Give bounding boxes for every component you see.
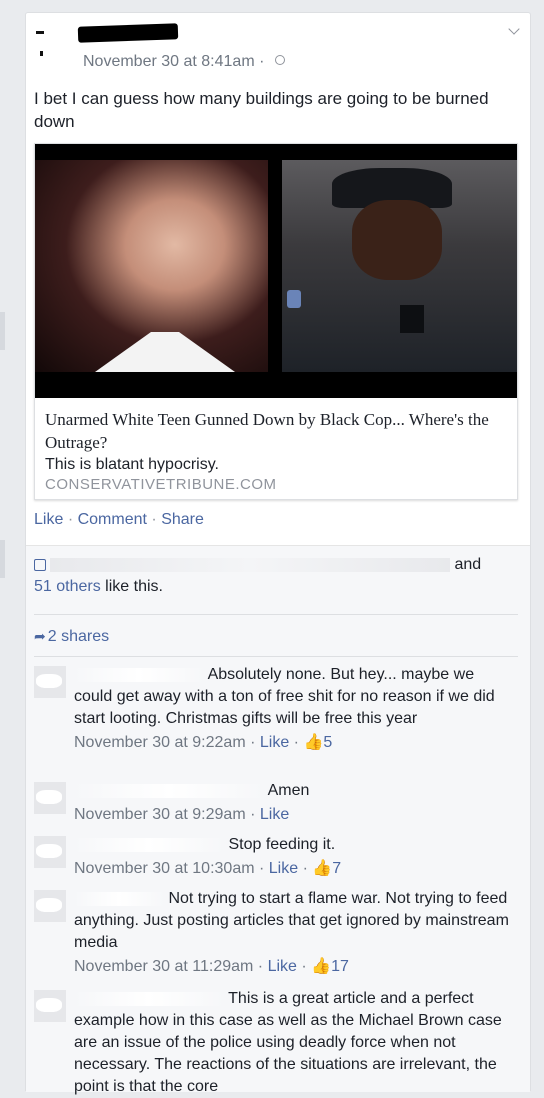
author-name-redacted[interactable]	[77, 23, 179, 43]
share-arrow-icon: ➦	[34, 628, 46, 644]
thumbs-up-icon: 👍	[303, 734, 324, 751]
commenter-name-redacted[interactable]	[74, 891, 164, 906]
likes-summary: and 51 others like this.	[34, 554, 514, 598]
commenter-name-redacted[interactable]	[74, 667, 204, 682]
shares-link[interactable]: ➦ 2 shares	[34, 628, 109, 646]
commenter-name-redacted[interactable]	[74, 783, 264, 798]
globe-icon[interactable]	[274, 55, 285, 65]
divider	[34, 656, 518, 657]
comment-text: Amen	[267, 782, 310, 799]
comment-meta: November 30 at 9:29am · Like	[74, 806, 290, 823]
post-timestamp-text[interactable]: November 30 at 8:41am	[83, 53, 255, 70]
side-tab	[0, 312, 5, 350]
photo-teen	[35, 160, 268, 372]
like-button[interactable]: Like	[34, 511, 63, 528]
chevron-down-icon[interactable]	[508, 23, 520, 35]
comment-like-button[interactable]: Like	[260, 734, 289, 751]
dot-separator: ·	[259, 53, 265, 70]
commenter-avatar[interactable]	[34, 782, 66, 814]
comment-like-count-value: 5	[323, 734, 333, 751]
comment-like-count[interactable]: 👍17	[311, 958, 349, 975]
likes-tail: like this.	[105, 578, 163, 595]
comment-time[interactable]: November 30 at 9:29am	[74, 806, 246, 823]
comment-like-button[interactable]: Like	[269, 860, 298, 877]
comment-like-count-value: 17	[331, 958, 349, 975]
author-avatar[interactable]	[34, 21, 76, 63]
thumbs-up-icon	[34, 558, 46, 571]
share-button[interactable]: Share	[161, 511, 204, 528]
link-domain: CONSERVATIVETRIBUNE.COM	[45, 476, 277, 493]
comment-time[interactable]: November 30 at 11:29am	[74, 958, 253, 975]
link-description: This is blatant hypocrisy.	[45, 456, 219, 473]
dot-separator: ·	[151, 511, 157, 528]
likers-redacted[interactable]	[50, 557, 450, 572]
commenter-avatar[interactable]	[34, 836, 66, 868]
comment-meta: November 30 at 11:29am · Like · 👍17	[74, 958, 349, 975]
comment-meta: November 30 at 9:22am · Like · 👍5	[74, 734, 333, 751]
likes-others-link[interactable]: 51 others	[34, 578, 101, 595]
comment-like-count[interactable]: 👍5	[303, 734, 332, 751]
photo-officer	[282, 160, 517, 372]
comment-like-count-value: 7	[332, 860, 342, 877]
thumbs-up-icon: 👍	[311, 958, 332, 975]
side-tab	[0, 540, 5, 578]
dot-separator: ·	[67, 511, 74, 528]
divider	[34, 614, 518, 615]
comment-time[interactable]: November 30 at 9:22am	[74, 734, 246, 751]
post-text: I bet I can guess how many buildings are…	[34, 89, 489, 131]
likes-and: and	[454, 556, 482, 573]
link-preview[interactable]: Unarmed White Teen Gunned Down by Black …	[34, 143, 518, 500]
post-actions: Like · Comment · Share	[34, 511, 204, 529]
shares-label[interactable]: 2 shares	[48, 628, 109, 645]
commenter-avatar[interactable]	[34, 990, 66, 1022]
comment-like-button[interactable]: Like	[268, 958, 297, 975]
comment-time[interactable]: November 30 at 10:30am	[74, 860, 255, 877]
comment-like-button[interactable]: Like	[260, 806, 289, 823]
link-preview-image[interactable]	[35, 144, 517, 398]
post-card: November 30 at 8:41am · I bet I can gues…	[25, 12, 531, 1095]
link-preview-text[interactable]: Unarmed White Teen Gunned Down by Black …	[45, 408, 505, 493]
post-timestamp[interactable]: November 30 at 8:41am ·	[83, 53, 285, 71]
thumbs-up-icon: 👍	[312, 860, 333, 877]
commenter-name-redacted[interactable]	[74, 837, 224, 852]
post-header: November 30 at 8:41am ·	[26, 13, 530, 83]
commenter-name-redacted[interactable]	[74, 991, 224, 1006]
comment-like-count[interactable]: 👍7	[312, 860, 341, 877]
comment-button[interactable]: Comment	[78, 511, 147, 528]
comment-text: Stop feeding it.	[228, 836, 336, 853]
feedback-section: and 51 others like this. ➦ 2 shares Absol…	[26, 545, 530, 1095]
comment-meta: November 30 at 10:30am · Like · 👍7	[74, 860, 342, 877]
commenter-avatar[interactable]	[34, 890, 66, 922]
link-title[interactable]: Unarmed White Teen Gunned Down by Black …	[45, 408, 505, 454]
commenter-avatar[interactable]	[34, 666, 66, 698]
